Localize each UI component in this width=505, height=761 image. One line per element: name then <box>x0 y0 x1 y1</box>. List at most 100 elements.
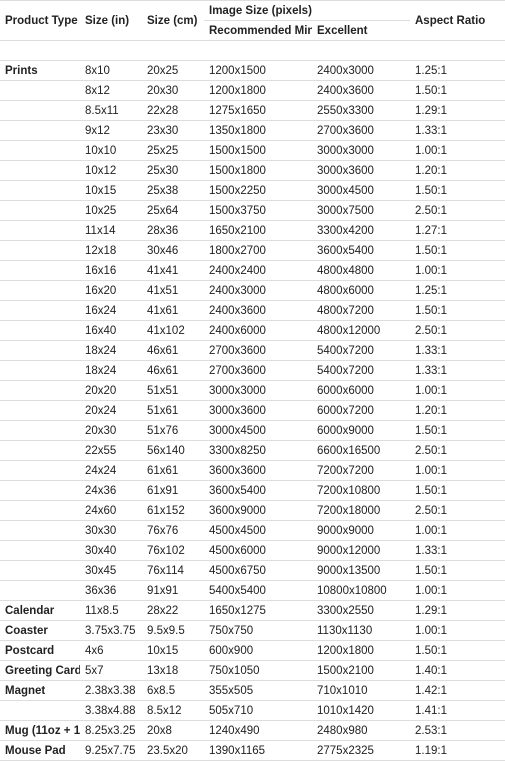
cell-recommended-min: 1500x3750 <box>204 201 312 221</box>
cell-size-in: 8x12 <box>80 81 142 101</box>
cell-size-in: 10x25 <box>80 201 142 221</box>
cell-size-in: 10x15 <box>80 181 142 201</box>
cell-recommended-min: 5400x5400 <box>204 581 312 601</box>
cell-size-in: 18x24 <box>80 361 142 381</box>
cell-product-type <box>0 221 80 241</box>
cell-product-type: Mouse Pad <box>0 741 80 761</box>
cell-size-in: 18x24 <box>80 341 142 361</box>
cell-size-in: 30x45 <box>80 561 142 581</box>
table-row: 10x2525x641500x37503000x75002.50:1 <box>0 201 505 221</box>
cell-product-type <box>0 241 80 261</box>
cell-aspect-ratio: 1.20:1 <box>410 401 505 421</box>
table-row: 10x1025x251500x15003000x30001.00:1 <box>0 141 505 161</box>
cell-size-cm: 76x102 <box>142 541 204 561</box>
col-product-type: Product Type <box>0 1 80 41</box>
cell-product-type <box>0 461 80 481</box>
cell-product-type <box>0 501 80 521</box>
cell-excellent: 6000x9000 <box>312 421 410 441</box>
cell-aspect-ratio: 1.00:1 <box>410 381 505 401</box>
cell-product-type: Calendar <box>0 601 80 621</box>
cell-aspect-ratio: 1.33:1 <box>410 341 505 361</box>
table-row: Prints8x1020x251200x15002400x30001.25:1 <box>0 61 505 81</box>
cell-product-type <box>0 561 80 581</box>
table-row: Mouse Pad9.25x7.7523.5x201390x11652775x2… <box>0 741 505 761</box>
cell-recommended-min: 2400x3000 <box>204 281 312 301</box>
cell-size-cm: 23x30 <box>142 121 204 141</box>
cell-aspect-ratio: 2.50:1 <box>410 201 505 221</box>
cell-aspect-ratio: 1.25:1 <box>410 281 505 301</box>
cell-size-cm: 30x46 <box>142 241 204 261</box>
cell-product-type <box>0 161 80 181</box>
cell-excellent: 3000x3000 <box>312 141 410 161</box>
table-row: 24x2461x613600x36007200x72001.00:1 <box>0 461 505 481</box>
cell-excellent: 2400x3000 <box>312 61 410 81</box>
cell-size-cm: 25x25 <box>142 141 204 161</box>
cell-size-in: 20x30 <box>80 421 142 441</box>
table-row: Magnet2.38x3.386x8.5355x505710x10101.42:… <box>0 681 505 701</box>
table-row: 36x3691x915400x540010800x108001.00:1 <box>0 581 505 601</box>
cell-product-type <box>0 281 80 301</box>
cell-size-cm: 41x41 <box>142 261 204 281</box>
cell-excellent: 1200x1800 <box>312 641 410 661</box>
cell-product-type <box>0 481 80 501</box>
table-row: 16x2441x612400x36004800x72001.50:1 <box>0 301 505 321</box>
cell-aspect-ratio: 1.50:1 <box>410 81 505 101</box>
cell-excellent: 7200x10800 <box>312 481 410 501</box>
cell-recommended-min: 750x1050 <box>204 661 312 681</box>
cell-size-in: 5x7 <box>80 661 142 681</box>
cell-aspect-ratio <box>410 41 505 61</box>
cell-aspect-ratio: 1.42:1 <box>410 681 505 701</box>
cell-product-type <box>0 381 80 401</box>
cell-size-cm: 51x61 <box>142 401 204 421</box>
cell-product-type <box>0 361 80 381</box>
cell-recommended-min: 4500x4500 <box>204 521 312 541</box>
cell-aspect-ratio: 2.50:1 <box>410 321 505 341</box>
cell-size-cm: 41x51 <box>142 281 204 301</box>
cell-aspect-ratio: 1.50:1 <box>410 481 505 501</box>
cell-product-type: Greeting Card <box>0 661 80 681</box>
col-image-size: Image Size (pixels) <box>204 1 410 21</box>
cell-size-in: 12x18 <box>80 241 142 261</box>
cell-recommended-min: 2400x2400 <box>204 261 312 281</box>
table-row: 20x2051x513000x30006000x60001.00:1 <box>0 381 505 401</box>
cell-product-type: Magnet <box>0 681 80 701</box>
cell-excellent: 7200x18000 <box>312 501 410 521</box>
cell-product-type <box>0 341 80 361</box>
cell-aspect-ratio: 1.40:1 <box>410 661 505 681</box>
cell-size-cm: 23.5x20 <box>142 741 204 761</box>
cell-product-type <box>0 581 80 601</box>
cell-product-type <box>0 41 80 61</box>
cell-recommended-min: 355x505 <box>204 681 312 701</box>
cell-size-cm: 41x102 <box>142 321 204 341</box>
cell-aspect-ratio: 1.00:1 <box>410 521 505 541</box>
cell-excellent: 5400x7200 <box>312 341 410 361</box>
cell-aspect-ratio: 1.00:1 <box>410 581 505 601</box>
cell-product-type <box>0 521 80 541</box>
cell-product-type <box>0 421 80 441</box>
cell-aspect-ratio: 1.29:1 <box>410 101 505 121</box>
table-row: 22x5556x1403300x82506600x165002.50:1 <box>0 441 505 461</box>
cell-size-cm: 13x18 <box>142 661 204 681</box>
table-row: 16x2041x512400x30004800x60001.25:1 <box>0 281 505 301</box>
cell-size-in: 8.5x11 <box>80 101 142 121</box>
cell-recommended-min: 1650x2100 <box>204 221 312 241</box>
table-row: 24x6061x1523600x90007200x180002.50:1 <box>0 501 505 521</box>
cell-product-type <box>0 541 80 561</box>
table-row: 30x4076x1024500x60009000x120001.33:1 <box>0 541 505 561</box>
cell-product-type <box>0 261 80 281</box>
cell-size-cm: 10x15 <box>142 641 204 661</box>
cell-excellent: 1130x1130 <box>312 621 410 641</box>
cell-size-cm: 51x51 <box>142 381 204 401</box>
cell-size-cm: 61x152 <box>142 501 204 521</box>
cell-size-cm <box>142 41 204 61</box>
cell-size-cm: 20x30 <box>142 81 204 101</box>
cell-excellent: 2480x980 <box>312 721 410 741</box>
cell-excellent: 3300x4200 <box>312 221 410 241</box>
table-row: 30x4576x1144500x67509000x135001.50:1 <box>0 561 505 581</box>
cell-recommended-min: 2700x3600 <box>204 361 312 381</box>
cell-size-cm: 61x61 <box>142 461 204 481</box>
cell-recommended-min: 1275x1650 <box>204 101 312 121</box>
cell-excellent: 4800x12000 <box>312 321 410 341</box>
cell-aspect-ratio: 1.00:1 <box>410 461 505 481</box>
cell-aspect-ratio: 1.00:1 <box>410 621 505 641</box>
